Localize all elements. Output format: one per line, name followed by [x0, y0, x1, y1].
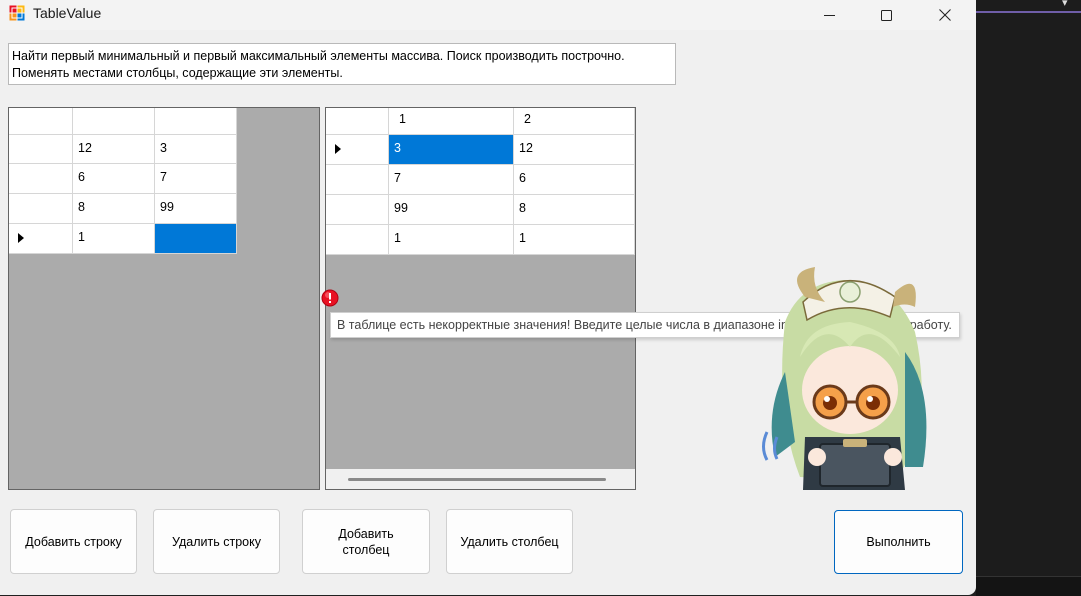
row-header-current[interactable]: [9, 224, 73, 254]
row-pointer-icon: [335, 144, 341, 154]
background-accent-line: [976, 11, 1081, 13]
grid-corner-header: [9, 108, 73, 135]
grid-cell[interactable]: 6: [514, 165, 635, 195]
row-pointer-icon: [18, 233, 24, 243]
grid-cell-selected[interactable]: 3: [389, 135, 514, 165]
grid-cell[interactable]: 8: [73, 194, 155, 224]
grid-cell[interactable]: 1: [389, 225, 514, 255]
row-header[interactable]: [9, 194, 73, 224]
row-header[interactable]: [9, 164, 73, 194]
minimize-icon: [823, 14, 835, 16]
horizontal-scrollbar[interactable]: [326, 469, 635, 489]
add-column-label-line1: Добавить: [338, 526, 394, 541]
background-taskbar: [976, 576, 1081, 596]
column-header[interactable]: [73, 108, 155, 135]
grid-cell[interactable]: 99: [155, 194, 237, 224]
maximize-icon: [880, 9, 892, 21]
task-description: Найти первый минимальный и первый максим…: [8, 43, 676, 85]
app-icon: [9, 5, 25, 21]
delete-row-button[interactable]: Удалить строку: [153, 509, 280, 574]
background-desktop: ▾: [976, 0, 1081, 596]
error-icon[interactable]: [321, 289, 339, 307]
grid-cell-selected[interactable]: [155, 224, 237, 254]
row-header-current[interactable]: [326, 135, 389, 165]
mascot-image: [762, 267, 927, 490]
add-column-button[interactable]: Добавить столбец: [302, 509, 430, 574]
grid-cell[interactable]: 7: [155, 164, 237, 194]
grid-cell[interactable]: 3: [155, 135, 237, 164]
row-header[interactable]: [326, 165, 389, 195]
column-header[interactable]: [155, 108, 237, 135]
column-header[interactable]: 2: [514, 108, 635, 135]
window-title: TableValue: [33, 5, 102, 21]
row-header[interactable]: [326, 225, 389, 255]
column-header[interactable]: 1: [389, 108, 514, 135]
grid-cell[interactable]: 6: [73, 164, 155, 194]
execute-button[interactable]: Выполнить: [834, 510, 963, 574]
grid-cell[interactable]: 12: [73, 135, 155, 164]
chevron-down-icon: ▾: [1062, 0, 1068, 9]
row-header[interactable]: [326, 195, 389, 225]
title-bar: TableValue: [0, 0, 976, 30]
grid-cell[interactable]: 1: [514, 225, 635, 255]
delete-column-button[interactable]: Удалить столбец: [446, 509, 573, 574]
maximize-button[interactable]: [863, 0, 909, 30]
close-button[interactable]: [922, 0, 968, 30]
grid-cell[interactable]: 8: [514, 195, 635, 225]
row-header[interactable]: [9, 135, 73, 164]
scrollbar-thumb[interactable]: [348, 478, 606, 481]
grid-corner-header: [326, 108, 389, 135]
input-grid[interactable]: 12 3 6 7 8 99 1: [8, 107, 320, 490]
grid-cell[interactable]: 12: [514, 135, 635, 165]
add-column-label-line2: столбец: [342, 542, 390, 557]
close-icon: [939, 9, 951, 21]
grid-cell[interactable]: 1: [73, 224, 155, 254]
result-grid[interactable]: 1 2 3 12 7 6 99 8 1 1: [325, 107, 636, 490]
grid-cell[interactable]: 99: [389, 195, 514, 225]
minimize-button[interactable]: [806, 0, 852, 30]
main-window: TableValue Найти первый минимальный и пе…: [0, 0, 976, 595]
grid-cell[interactable]: 7: [389, 165, 514, 195]
add-row-button[interactable]: Добавить строку: [10, 509, 137, 574]
